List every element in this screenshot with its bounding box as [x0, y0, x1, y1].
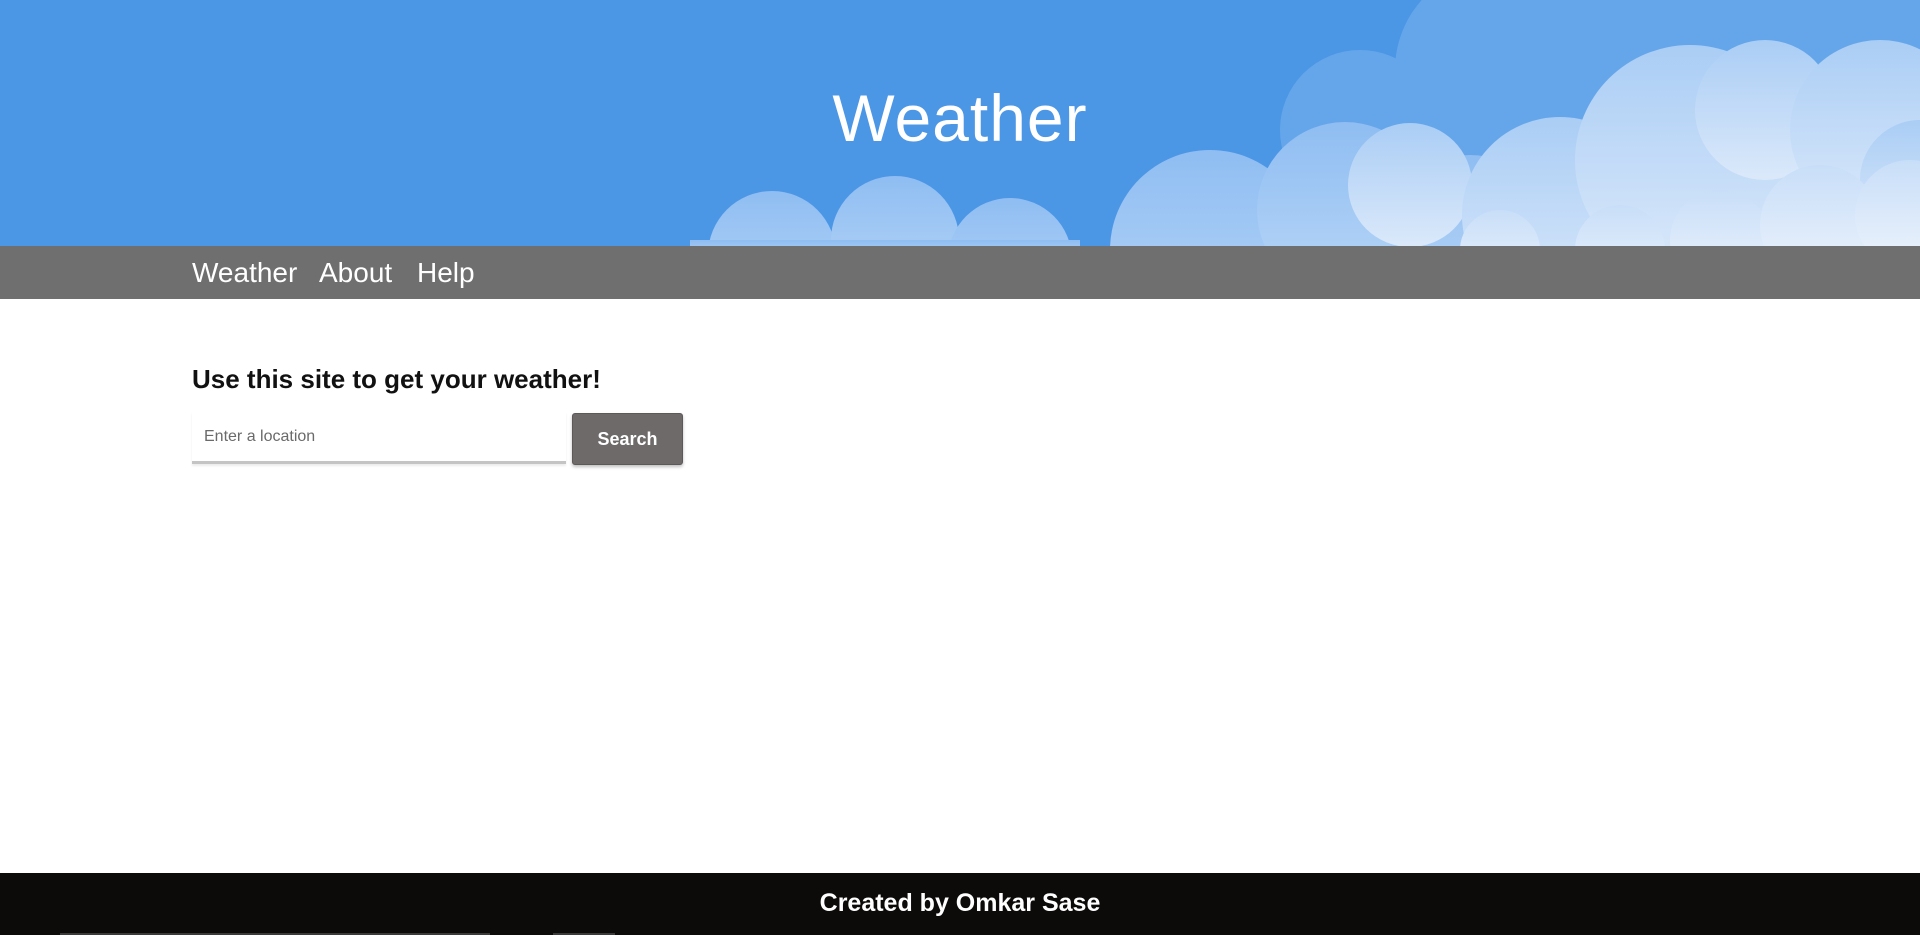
nav-link-weather[interactable]: Weather — [192, 246, 297, 299]
nav-link-help[interactable]: Help — [417, 246, 475, 299]
page-title: Weather — [832, 81, 1088, 155]
intro-heading: Use this site to get your weather! — [192, 364, 601, 394]
nav-bar: Weather About Help — [0, 246, 1920, 299]
search-button[interactable]: Search — [572, 413, 683, 465]
footer: Created by Omkar Sase — [0, 873, 1920, 935]
header-banner: Weather — [0, 0, 1920, 246]
footer-credit: Created by Omkar Sase — [819, 889, 1101, 917]
location-search-input[interactable] — [192, 412, 566, 464]
page: Weather Weather About Help Use this site… — [0, 0, 1920, 935]
nav-link-about[interactable]: About — [319, 246, 392, 299]
